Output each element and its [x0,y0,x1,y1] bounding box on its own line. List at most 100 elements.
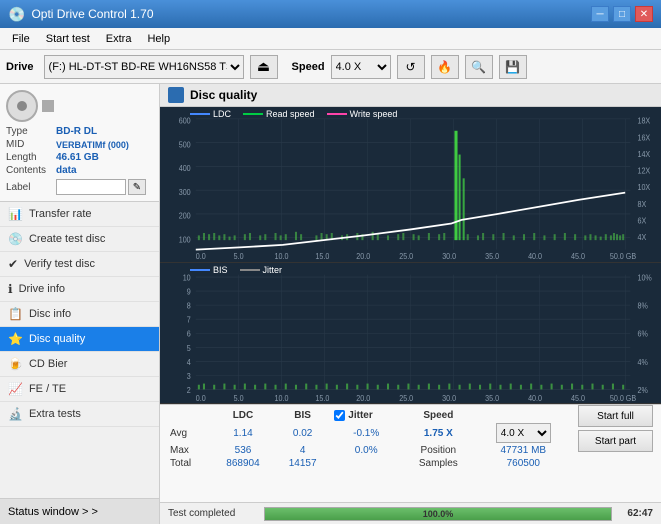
svg-text:10%: 10% [637,273,651,283]
sidebar-item-verify-test-disc[interactable]: ✔ Verify test disc [0,252,159,277]
jitter-label-chart: Jitter [263,265,283,275]
fe-te-icon: 📈 [8,382,23,396]
svg-text:30.0: 30.0 [442,393,456,403]
sidebar-item-extra-tests[interactable]: 🔬 Extra tests [0,402,159,427]
drive-select[interactable]: (F:) HL-DT-ST BD-RE WH16NS58 TST4 [44,55,244,79]
speed-select-stats[interactable]: 4.0 X [496,423,551,443]
read-color [243,113,263,115]
avg-bis: 0.02 [275,422,330,444]
jitter-header: Jitter [348,410,372,421]
menu-help[interactable]: Help [139,31,178,47]
cd-bier-label: CD Bier [29,358,68,370]
length-value: 46.61 GB [56,152,99,163]
refresh-button[interactable]: ↺ [397,55,425,79]
sidebar-item-disc-quality[interactable]: ⭐ Disc quality [0,327,159,352]
disc-quality-header: Disc quality [160,84,661,107]
svg-text:3: 3 [187,371,191,381]
label-edit-button[interactable]: ✎ [128,179,146,195]
svg-text:50.0 GB: 50.0 GB [610,393,636,403]
create-test-disc-label: Create test disc [29,233,105,245]
start-part-button[interactable]: Start part [578,430,653,452]
total-label: Total [166,457,211,470]
stats-and-buttons: LDC BIS Jitter Speed [160,405,661,502]
avg-ldc: 1.14 [211,422,275,444]
disc-details: Type BD-R DL MID VERBATIMf (000) Length … [6,126,153,195]
svg-text:5.0: 5.0 [234,393,244,403]
extra-tests-label: Extra tests [29,408,81,420]
eject-button[interactable]: ⏏ [250,55,278,79]
svg-text:18X: 18X [637,116,650,126]
create-test-disc-icon: 💿 [8,232,23,246]
svg-text:9: 9 [187,287,191,297]
total-ldc: 868904 [211,457,275,470]
svg-text:2%: 2% [637,385,647,395]
sidebar-item-drive-info[interactable]: ℹ Drive info [0,277,159,302]
bis-label: BIS [213,265,228,275]
maximize-button[interactable]: □ [613,6,631,22]
drive-label: Drive [6,61,34,73]
sidebar-item-create-test-disc[interactable]: 💿 Create test disc [0,227,159,252]
svg-text:45.0: 45.0 [571,393,585,403]
svg-text:400: 400 [179,164,191,174]
label-input[interactable] [56,179,126,195]
stats-main: LDC BIS Jitter Speed [160,405,578,502]
verify-test-disc-icon: ✔ [8,257,18,271]
contents-value: data [56,165,77,176]
svg-text:25.0: 25.0 [399,393,413,403]
svg-text:2: 2 [187,385,191,395]
disc-quality-title: Disc quality [190,88,257,102]
position-value: 47731 MB [475,444,572,457]
progress-bar-container: 100.0% [264,507,612,521]
sidebar-item-disc-info[interactable]: 📋 Disc info [0,302,159,327]
write-color [327,113,347,115]
status-text: Test completed [168,508,258,519]
scan-button[interactable]: 🔍 [465,55,493,79]
write-legend: Write speed [327,109,398,119]
cd-bier-icon: 🍺 [8,357,23,371]
sidebar-item-cd-bier[interactable]: 🍺 CD Bier [0,352,159,377]
status-window-bar[interactable]: Status window > > [0,498,159,524]
svg-text:4%: 4% [637,357,647,367]
menu-file[interactable]: File [4,31,38,47]
disc-action-icon[interactable] [42,100,54,112]
speed-select-cell[interactable]: 4.0 X [475,422,572,444]
menu-start-test[interactable]: Start test [38,31,98,47]
window-controls: ─ □ ✕ [591,6,653,22]
disc-type-row: Type BD-R DL [6,126,153,137]
avg-label: Avg [166,422,211,444]
sidebar-item-fe-te[interactable]: 📈 FE / TE [0,377,159,402]
col-bis: BIS [275,409,330,422]
mid-value: VERBATIMf (000) [56,140,129,150]
content-area: Disc quality LDC Read speed Wr [160,84,661,524]
close-button[interactable]: ✕ [635,6,653,22]
bis-legend: BIS [190,265,228,275]
max-ldc: 536 [211,444,275,457]
save-button[interactable]: 💾 [499,55,527,79]
disc-contents-row: Contents data [6,165,153,176]
stats-table: LDC BIS Jitter Speed [166,409,572,470]
svg-text:35.0: 35.0 [485,393,499,403]
minimize-button[interactable]: ─ [591,6,609,22]
svg-text:200: 200 [179,211,191,221]
title-bar: 💿 Opti Drive Control 1.70 ─ □ ✕ [0,0,661,28]
fe-te-label: FE / TE [29,383,66,395]
jitter-checkbox[interactable] [334,410,345,421]
burn-button[interactable]: 🔥 [431,55,459,79]
verify-test-disc-label: Verify test disc [24,258,95,270]
total-bis: 14157 [275,457,330,470]
position-label: Position [402,444,475,457]
svg-text:25.0: 25.0 [399,252,413,262]
svg-text:5.0: 5.0 [234,252,244,262]
time-display: 62:47 [618,508,653,519]
bottom-stats-panel: LDC BIS Jitter Speed [160,404,661,524]
sidebar-item-transfer-rate[interactable]: 📊 Transfer rate [0,202,159,227]
disc-length-row: Length 46.61 GB [6,152,153,163]
speed-select[interactable]: 4.0 X [331,55,391,79]
menu-extra[interactable]: Extra [98,31,140,47]
max-row: Max 536 4 0.0% Position 47731 MB [166,444,572,457]
disc-quality-label: Disc quality [29,333,85,345]
extra-tests-icon: 🔬 [8,407,23,421]
app-title: Opti Drive Control 1.70 [31,7,153,21]
svg-text:8: 8 [187,301,191,311]
start-full-button[interactable]: Start full [578,405,653,427]
